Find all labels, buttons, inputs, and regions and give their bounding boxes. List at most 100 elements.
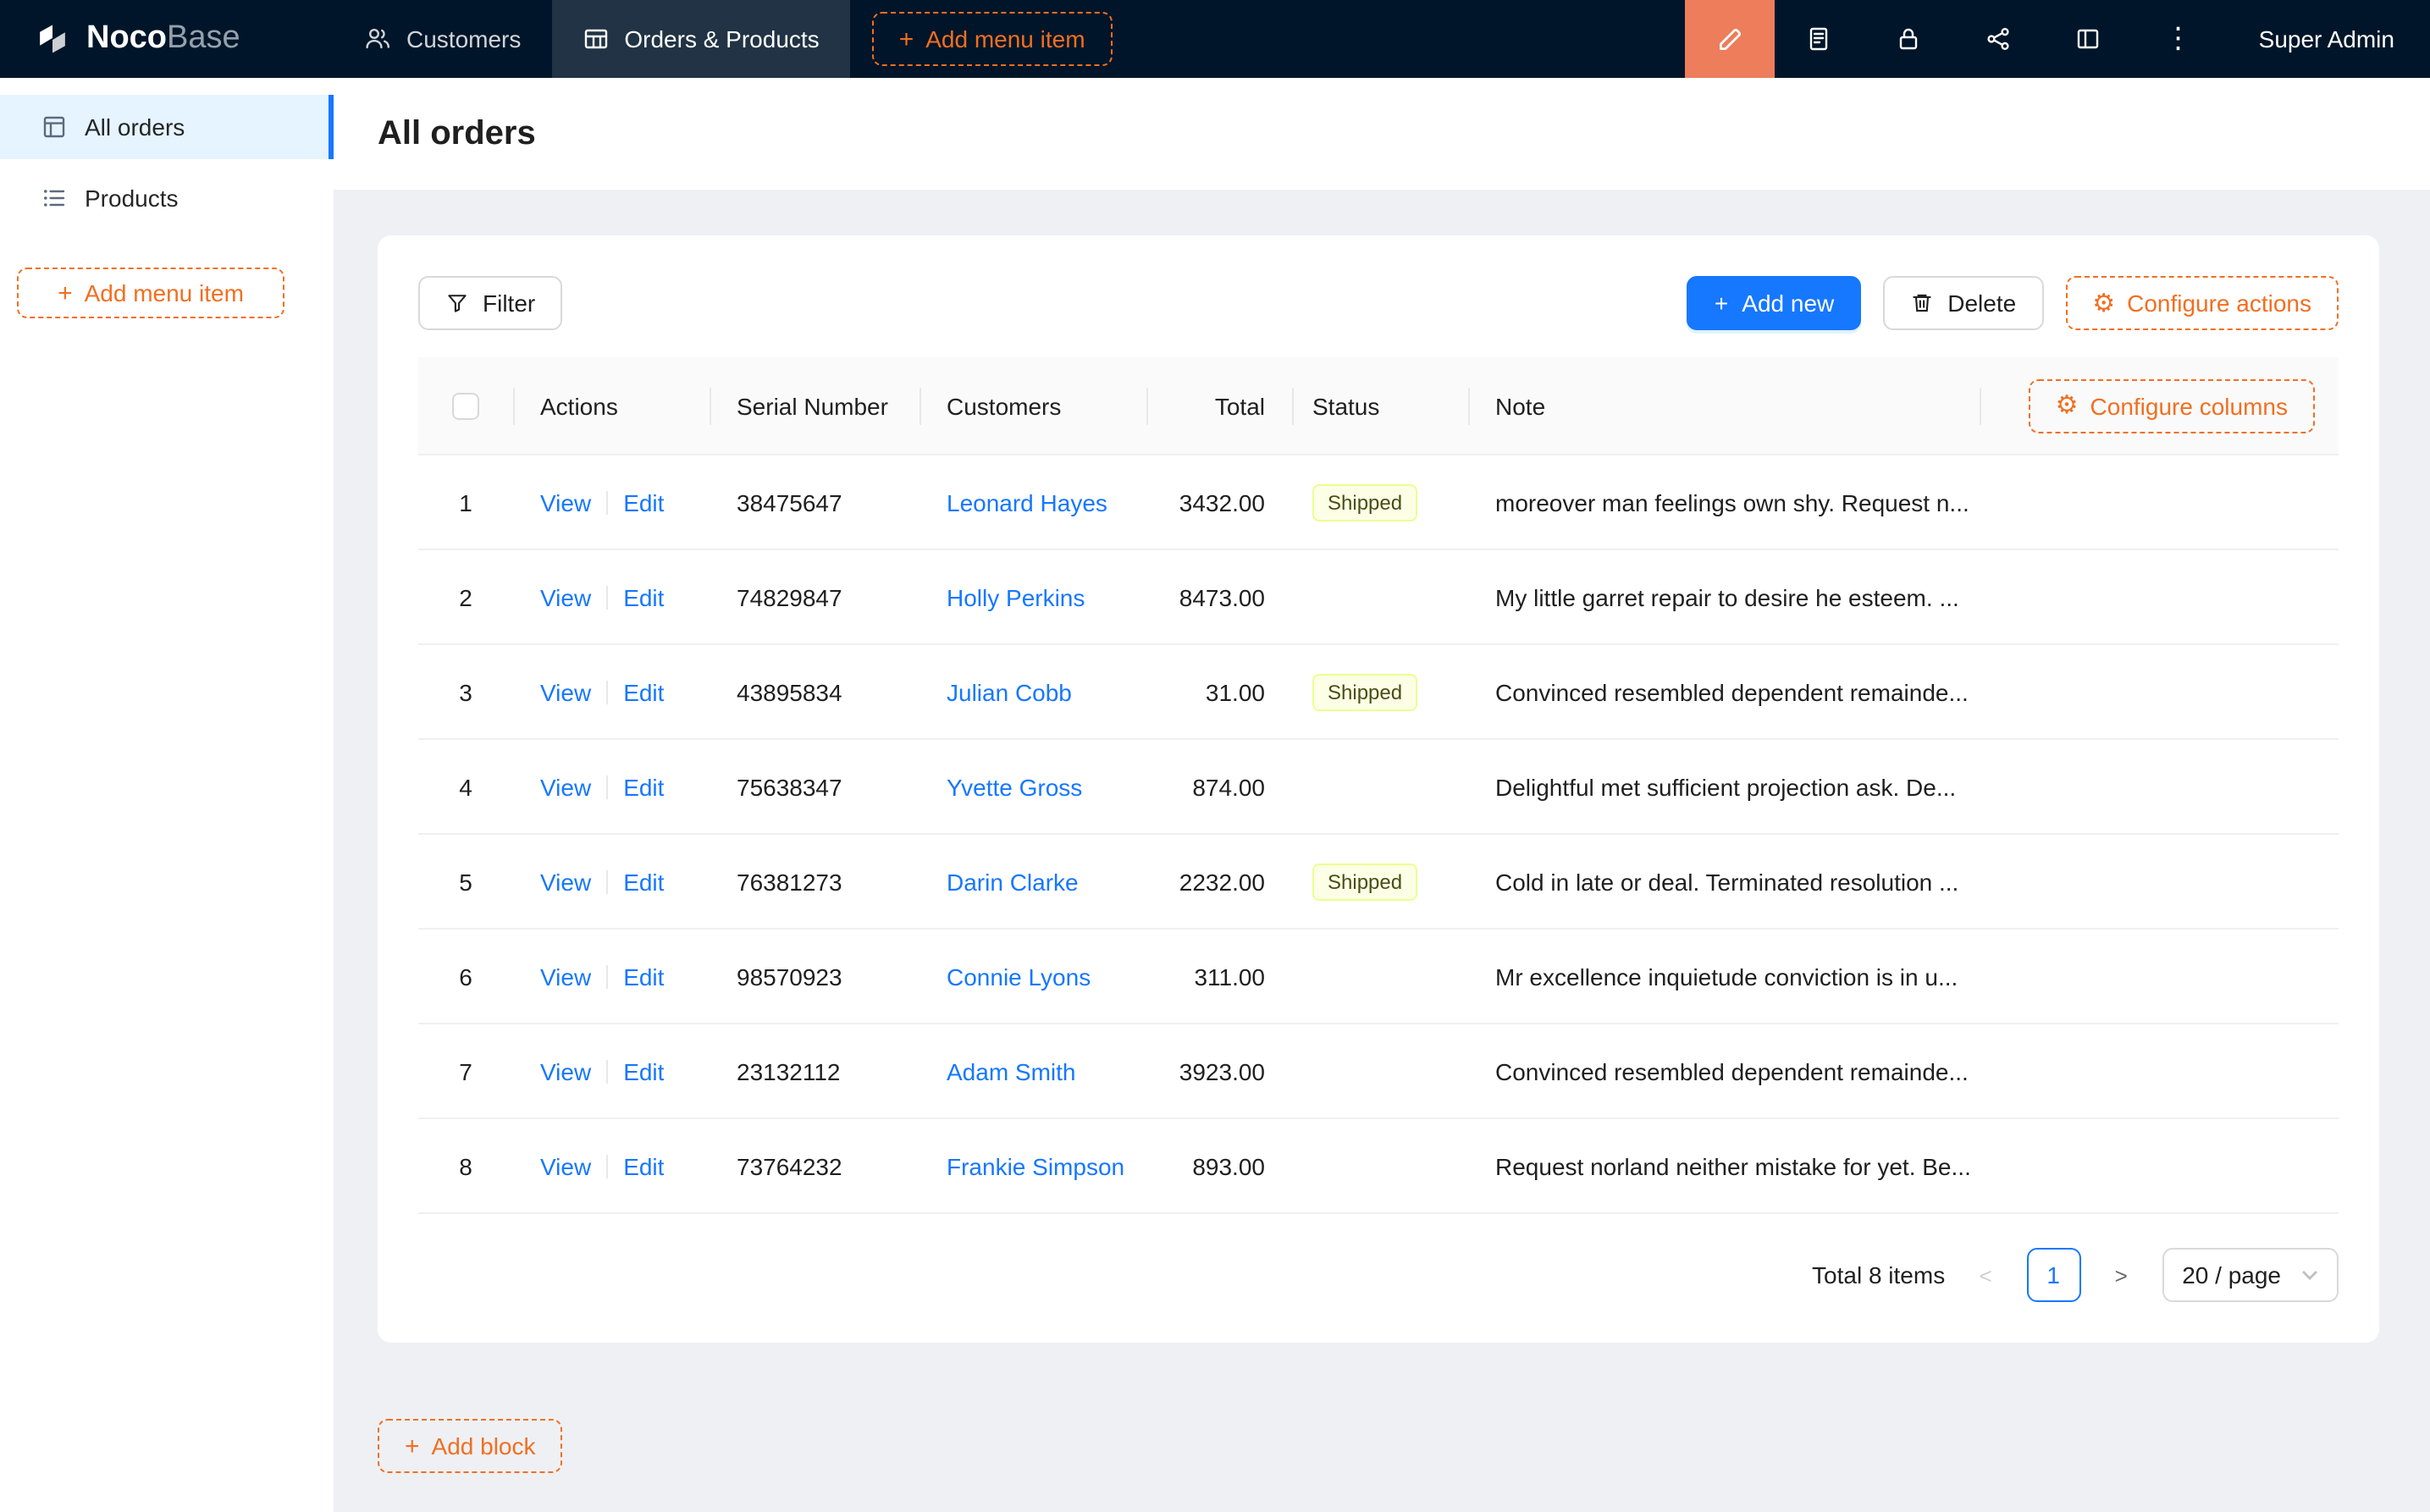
add-new-button[interactable]: + Add new xyxy=(1687,276,1861,330)
lock-icon xyxy=(1896,25,1923,52)
action-divider xyxy=(606,869,608,893)
note-cell: Delightful met sufficient projection ask… xyxy=(1495,773,1956,800)
sidebar-item-all-orders[interactable]: All orders xyxy=(0,95,334,159)
total-cell: 8473.00 xyxy=(1146,550,1292,643)
page-1-button[interactable]: 1 xyxy=(2026,1248,2080,1302)
add-block-button[interactable]: + Add block xyxy=(378,1419,563,1473)
add-menu-item-button-sidebar[interactable]: + Add menu item xyxy=(17,268,284,318)
add-menu-item-button-header[interactable]: + Add menu item xyxy=(872,12,1113,66)
column-header-total: Total xyxy=(1146,357,1292,454)
sidebar-item-products[interactable]: Products xyxy=(0,166,334,230)
row-index: 7 xyxy=(459,1057,472,1084)
ui-editor-button[interactable] xyxy=(1685,0,1775,78)
row-index: 8 xyxy=(459,1152,472,1179)
customer-link[interactable]: Yvette Gross xyxy=(947,773,1082,800)
view-link[interactable]: View xyxy=(540,678,591,705)
plus-icon: + xyxy=(58,280,73,306)
sidebar-item-label: Products xyxy=(85,185,179,212)
table-row: 3 View Edit 43895834 Julian Cobb 31.00 S… xyxy=(418,645,2339,740)
share-button[interactable] xyxy=(1954,0,2044,78)
note-cell: Mr excellence inquietude conviction is i… xyxy=(1495,963,1958,990)
view-link[interactable]: View xyxy=(540,868,591,895)
edit-link[interactable]: Edit xyxy=(623,963,664,990)
status-tag: Shipped xyxy=(1312,483,1417,521)
nav-tab-label: Customers xyxy=(406,25,521,52)
column-header-actions: Actions xyxy=(513,357,710,454)
serial-number-cell: 43895834 xyxy=(710,645,920,738)
users-icon xyxy=(364,25,391,52)
user-menu[interactable]: Super Admin xyxy=(2223,0,2430,78)
view-link[interactable]: View xyxy=(540,773,591,800)
column-header-serial-number: Serial Number xyxy=(710,357,920,454)
filter-icon xyxy=(445,291,469,315)
edit-link[interactable]: Edit xyxy=(623,1057,664,1084)
action-divider xyxy=(606,680,608,704)
lock-button[interactable] xyxy=(1864,0,1954,78)
prev-page-button[interactable]: < xyxy=(1958,1248,2013,1302)
serial-number-cell: 73764232 xyxy=(710,1119,920,1212)
serial-number-cell: 98570923 xyxy=(710,930,920,1023)
orders-table: Actions Serial Number Customers Total St… xyxy=(418,357,2339,1214)
top-header: NocoBase Customers Orders & Products xyxy=(0,0,2430,78)
logo-text: NocoBase xyxy=(86,20,240,58)
layout-icon xyxy=(2075,25,2102,52)
customer-link[interactable]: Darin Clarke xyxy=(947,868,1079,895)
more-button[interactable]: ⋮ xyxy=(2134,0,2223,78)
view-link[interactable]: View xyxy=(540,1152,591,1179)
edit-link[interactable]: Edit xyxy=(623,773,664,800)
customer-link[interactable]: Holly Perkins xyxy=(947,583,1085,610)
select-all-checkbox[interactable] xyxy=(452,392,479,419)
table-body: 1 View Edit 38475647 Leonard Hayes 3432.… xyxy=(418,455,2339,1214)
nav-tab-orders-products[interactable]: Orders & Products xyxy=(551,0,849,78)
nav-tab-customers[interactable]: Customers xyxy=(334,0,551,78)
page-size-select[interactable]: 20 / page xyxy=(2162,1248,2339,1302)
table-header-row: Actions Serial Number Customers Total St… xyxy=(418,357,2339,455)
serial-number-cell: 74829847 xyxy=(710,550,920,643)
document-button[interactable] xyxy=(1775,0,1864,78)
table-row: 1 View Edit 38475647 Leonard Hayes 3432.… xyxy=(418,455,2339,550)
next-page-button[interactable]: > xyxy=(2094,1248,2148,1302)
document-icon xyxy=(1806,25,1833,52)
note-cell: Request norland neither mistake for yet.… xyxy=(1495,1152,1971,1179)
sidebar-item-label: All orders xyxy=(85,113,185,141)
delete-button[interactable]: Delete xyxy=(1883,276,2043,330)
note-cell: My little garret repair to desire he est… xyxy=(1495,583,1959,610)
gear-icon: ⚙ xyxy=(2056,393,2079,418)
customer-link[interactable]: Adam Smith xyxy=(947,1057,1076,1084)
edit-link[interactable]: Edit xyxy=(623,583,664,610)
view-link[interactable]: View xyxy=(540,583,591,610)
edit-link[interactable]: Edit xyxy=(623,678,664,705)
total-cell: 311.00 xyxy=(1146,930,1292,1023)
orders-table-card: Filter + Add new xyxy=(378,235,2379,1343)
action-divider xyxy=(606,775,608,798)
note-cell: Convinced resembled dependent remainde..… xyxy=(1495,1057,1969,1084)
pagination: Total 8 items < 1 > 20 / page xyxy=(418,1248,2339,1302)
more-icon: ⋮ xyxy=(2164,22,2193,56)
customer-link[interactable]: Frankie Simpson xyxy=(947,1152,1124,1179)
configure-columns-button[interactable]: ⚙ Configure columns xyxy=(2029,378,2315,433)
layout-button[interactable] xyxy=(2044,0,2134,78)
customer-link[interactable]: Leonard Hayes xyxy=(947,488,1107,516)
edit-link[interactable]: Edit xyxy=(623,868,664,895)
table-row: 6 View Edit 98570923 Connie Lyons 311.00 xyxy=(418,930,2339,1024)
customer-link[interactable]: Connie Lyons xyxy=(947,963,1091,990)
view-link[interactable]: View xyxy=(540,1057,591,1084)
view-link[interactable]: View xyxy=(540,963,591,990)
nocobase-logo[interactable]: NocoBase xyxy=(0,0,334,78)
view-link[interactable]: View xyxy=(540,488,591,516)
configure-actions-button[interactable]: ⚙ Configure actions xyxy=(2065,276,2339,330)
note-cell: moreover man feelings own shy. Request n… xyxy=(1495,488,1969,516)
top-nav: Customers Orders & Products + Add menu i… xyxy=(334,0,1113,78)
customer-link[interactable]: Julian Cobb xyxy=(947,678,1072,705)
total-cell: 893.00 xyxy=(1146,1119,1292,1212)
edit-link[interactable]: Edit xyxy=(623,1152,664,1179)
trash-icon xyxy=(1910,291,1934,315)
column-header-customers: Customers xyxy=(920,357,1146,454)
gear-icon: ⚙ xyxy=(2092,290,2115,316)
serial-number-cell: 23132112 xyxy=(710,1024,920,1117)
action-divider xyxy=(606,1154,608,1178)
edit-link[interactable]: Edit xyxy=(623,488,664,516)
row-index: 4 xyxy=(459,773,472,800)
table-icon xyxy=(582,25,609,52)
filter-button[interactable]: Filter xyxy=(418,276,562,330)
